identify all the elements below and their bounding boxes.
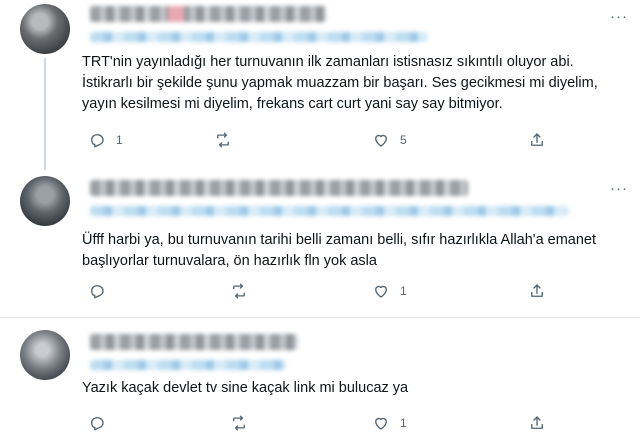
- tweet-3[interactable]: Yazık kaçak devlet tv sine kaçak link mi…: [0, 318, 640, 448]
- author-handle-blurred[interactable]: [90, 206, 568, 216]
- share-icon: [531, 416, 543, 429]
- tweet-text: Yazık kaçak devlet tv sine kaçak link mi…: [82, 380, 409, 396]
- tweet-actions: 1: [82, 282, 562, 304]
- tweet-text: Üfff harbi ya, bu turnuvanın tarihi bell…: [82, 232, 597, 269]
- like-icon: [375, 417, 387, 430]
- like-count: 5: [400, 133, 407, 147]
- share-icon: [531, 133, 543, 146]
- retweet-button[interactable]: [230, 282, 258, 300]
- author-name-blurred[interactable]: [90, 334, 298, 350]
- like-count: 1: [400, 284, 407, 298]
- reply-button[interactable]: [88, 414, 116, 432]
- author-handle-blurred[interactable]: [90, 32, 428, 42]
- tweet-text: TRT'nin yayınladığı her turnuvanın ilk z…: [82, 54, 598, 112]
- like-icon: [375, 285, 387, 298]
- avatar[interactable]: [20, 4, 70, 54]
- author-name-blurred[interactable]: [90, 180, 468, 196]
- reply-icon: [91, 285, 104, 299]
- more-icon[interactable]: ···: [610, 8, 628, 25]
- author-name-blurred[interactable]: [90, 6, 326, 22]
- like-icon: [375, 134, 387, 147]
- tweet-2[interactable]: ··· Üfff harbi ya, bu turnuvanın tarihi …: [0, 170, 640, 310]
- avatar[interactable]: [20, 176, 70, 226]
- reply-icon: [91, 417, 104, 431]
- tweet-1[interactable]: ··· TRT'nin yayınladığı her turnuvanın i…: [0, 0, 640, 170]
- retweet-button[interactable]: [214, 131, 242, 149]
- share-button[interactable]: [528, 131, 546, 149]
- reply-icon: [91, 134, 104, 148]
- author-handle-blurred[interactable]: [90, 360, 286, 370]
- like-button[interactable]: 1: [372, 282, 407, 300]
- tweet-actions: 1 5: [82, 131, 562, 153]
- reply-button[interactable]: [88, 282, 116, 300]
- reply-button[interactable]: 1: [88, 131, 123, 149]
- reply-count: 1: [116, 133, 123, 147]
- like-button[interactable]: 5: [372, 131, 407, 149]
- like-count: 1: [400, 416, 407, 430]
- more-icon[interactable]: ···: [610, 180, 628, 197]
- retweet-icon: [233, 415, 245, 431]
- share-button[interactable]: [528, 282, 546, 300]
- retweet-button[interactable]: [230, 414, 258, 432]
- share-icon: [531, 284, 543, 297]
- tweet-actions: 1: [82, 414, 562, 436]
- like-button[interactable]: 1: [372, 414, 407, 432]
- retweet-icon: [217, 132, 229, 148]
- avatar[interactable]: [20, 330, 70, 380]
- thread-connector: [44, 58, 46, 170]
- retweet-icon: [233, 283, 245, 299]
- share-button[interactable]: [528, 414, 546, 432]
